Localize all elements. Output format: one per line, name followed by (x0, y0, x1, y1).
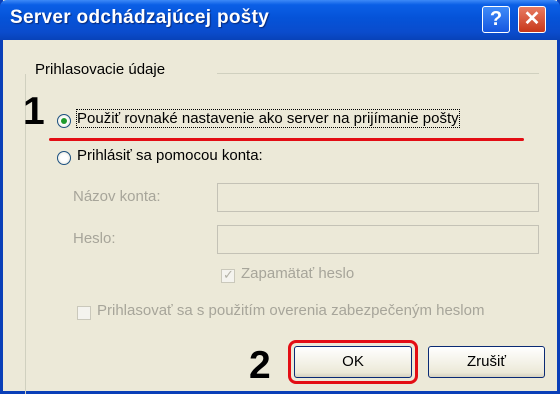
radio-login-account[interactable] (57, 151, 71, 165)
dialog-title: Server odchádzajúcej pošty (10, 7, 270, 28)
remember-password-label[interactable]: Zapamätať heslo (241, 265, 354, 282)
radio-login-account-label[interactable]: Prihlásiť sa pomocou konta: (77, 147, 263, 164)
radio-same-settings[interactable] (57, 114, 71, 128)
groupbox-divider (217, 73, 539, 74)
highlight-underline (49, 138, 524, 141)
groupbox-title: Prihlasovacie údaje (35, 61, 166, 78)
cancel-button[interactable]: Zrušiť (428, 346, 545, 378)
spa-label[interactable]: Prihlasovať sa s použitím overenia zabez… (97, 302, 484, 319)
account-name-field[interactable] (217, 183, 539, 212)
dialog-window: Server odchádzajúcej pošty ? ✕ Prihlasov… (0, 0, 560, 394)
title-bar[interactable]: Server odchádzajúcej pošty ? ✕ (0, 0, 560, 40)
spa-checkbox[interactable] (77, 306, 91, 320)
dialog-content: Prihlasovacie údaje 1 Použiť rovnaké nas… (3, 40, 557, 394)
radio-same-settings-label[interactable]: Použiť rovnaké nastavenie ako server na … (76, 109, 460, 128)
remember-password-checkbox[interactable] (221, 267, 235, 283)
close-button[interactable]: ✕ (518, 6, 546, 33)
step-1-marker: 1 (23, 90, 45, 133)
password-label: Heslo: (73, 230, 116, 247)
ok-button[interactable]: OK (294, 346, 412, 378)
password-field[interactable] (217, 225, 539, 254)
help-button[interactable]: ? (482, 6, 510, 33)
account-name-label: Názov konta: (73, 188, 161, 205)
step-2-marker: 2 (249, 344, 271, 387)
